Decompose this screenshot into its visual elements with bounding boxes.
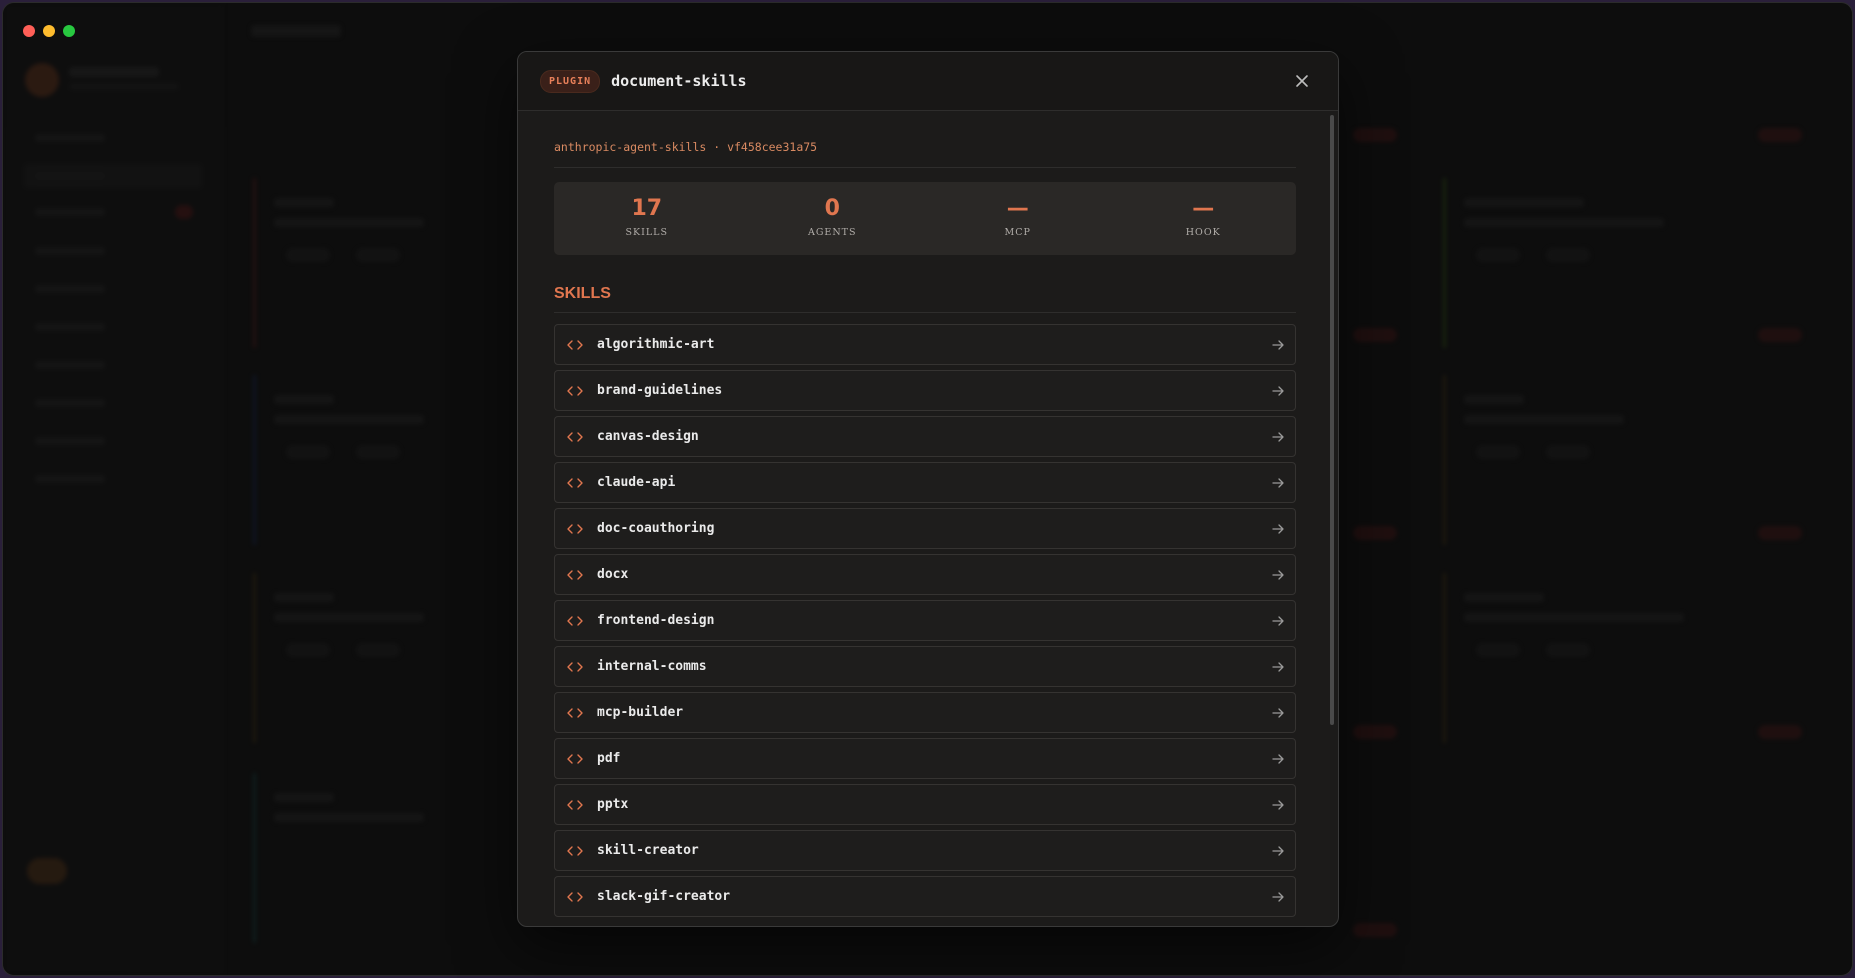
skill-name: slack-gif-creator xyxy=(597,889,731,904)
code-brackets-icon xyxy=(567,753,583,764)
arrow-right-icon xyxy=(1272,616,1284,626)
skill-row[interactable]: brand-guidelines xyxy=(554,370,1296,411)
stat-value: 0 xyxy=(824,196,840,221)
code-brackets-icon xyxy=(567,523,583,534)
skill-row[interactable]: frontend-design xyxy=(554,600,1296,641)
skill-list: algorithmic-art brand-guidelines canvas-de… xyxy=(554,324,1296,917)
skills-section-title: SKILLS xyxy=(554,285,1296,313)
stat-skills: 17 SKILLS xyxy=(554,182,740,255)
code-brackets-icon xyxy=(567,477,583,488)
arrow-right-icon xyxy=(1272,432,1284,442)
skill-row[interactable]: doc-coauthoring xyxy=(554,508,1296,549)
skill-row[interactable]: canvas-design xyxy=(554,416,1296,457)
window-minimize-button[interactable] xyxy=(43,25,55,37)
arrow-right-icon xyxy=(1272,570,1284,580)
skill-row[interactable]: skill-creator xyxy=(554,830,1296,871)
stat-value: 17 xyxy=(631,196,663,221)
window-maximize-button[interactable] xyxy=(63,25,75,37)
plugin-source: anthropic-agent-skills · vf458cee31a75 xyxy=(554,140,1296,168)
skill-row[interactable]: slack-gif-creator xyxy=(554,876,1296,917)
stat-agents: 0 AGENTS xyxy=(740,182,926,255)
skill-name: algorithmic-art xyxy=(597,337,715,352)
arrow-right-icon xyxy=(1272,662,1284,672)
code-brackets-icon xyxy=(567,385,583,396)
arrow-right-icon xyxy=(1272,754,1284,764)
stat-label: HOOK xyxy=(1185,227,1221,238)
arrow-right-icon xyxy=(1272,892,1284,902)
stats-panel: 17 SKILLS 0 AGENTS — MCP — HOOK xyxy=(554,182,1296,255)
code-brackets-icon xyxy=(567,845,583,856)
window-close-button[interactable] xyxy=(23,25,35,37)
modal-body: anthropic-agent-skills · vf458cee31a75 1… xyxy=(518,111,1338,926)
skill-row[interactable]: pdf xyxy=(554,738,1296,779)
skill-name: docx xyxy=(597,567,629,582)
arrow-right-icon xyxy=(1272,340,1284,350)
arrow-right-icon xyxy=(1272,800,1284,810)
stat-label: AGENTS xyxy=(807,227,857,238)
skill-row[interactable]: pptx xyxy=(554,784,1296,825)
arrow-right-icon xyxy=(1272,524,1284,534)
code-brackets-icon xyxy=(567,891,583,902)
plugin-badge: PLUGIN xyxy=(540,69,601,93)
close-icon xyxy=(1296,75,1308,87)
skill-name: mcp-builder xyxy=(597,705,684,720)
modal-title: document-skills xyxy=(611,72,747,90)
skill-name: frontend-design xyxy=(597,613,715,628)
code-brackets-icon xyxy=(567,799,583,810)
plugin-details-modal: PLUGIN document-skills anthropic-agent-s… xyxy=(517,51,1339,927)
stat-hook: — HOOK xyxy=(1111,182,1297,255)
skill-row[interactable]: claude-api xyxy=(554,462,1296,503)
code-brackets-icon xyxy=(567,431,583,442)
stat-mcp: — MCP xyxy=(925,182,1111,255)
skill-name: canvas-design xyxy=(597,429,699,444)
arrow-right-icon xyxy=(1272,478,1284,488)
skill-name: pptx xyxy=(597,797,629,812)
arrow-right-icon xyxy=(1272,846,1284,856)
skill-row[interactable]: mcp-builder xyxy=(554,692,1296,733)
skill-name: pdf xyxy=(597,751,621,766)
arrow-right-icon xyxy=(1272,386,1284,396)
code-brackets-icon xyxy=(567,569,583,580)
skill-row[interactable]: docx xyxy=(554,554,1296,595)
skill-name: internal-comms xyxy=(597,659,707,674)
stat-label: MCP xyxy=(1004,227,1031,238)
arrow-right-icon xyxy=(1272,708,1284,718)
skill-name: doc-coauthoring xyxy=(597,521,715,536)
code-brackets-icon xyxy=(567,615,583,626)
stat-value: — xyxy=(1192,196,1215,221)
code-brackets-icon xyxy=(567,707,583,718)
window-controls xyxy=(23,25,75,37)
stat-label: SKILLS xyxy=(625,227,668,238)
skill-row[interactable]: algorithmic-art xyxy=(554,324,1296,365)
close-button[interactable] xyxy=(1292,71,1312,91)
code-brackets-icon xyxy=(567,661,583,672)
skill-name: skill-creator xyxy=(597,843,699,858)
skill-name: brand-guidelines xyxy=(597,383,723,398)
stat-value: — xyxy=(1006,196,1029,221)
modal-header: PLUGIN document-skills xyxy=(518,52,1338,111)
code-brackets-icon xyxy=(567,339,583,350)
skill-name: claude-api xyxy=(597,475,676,490)
skill-row[interactable]: internal-comms xyxy=(554,646,1296,687)
